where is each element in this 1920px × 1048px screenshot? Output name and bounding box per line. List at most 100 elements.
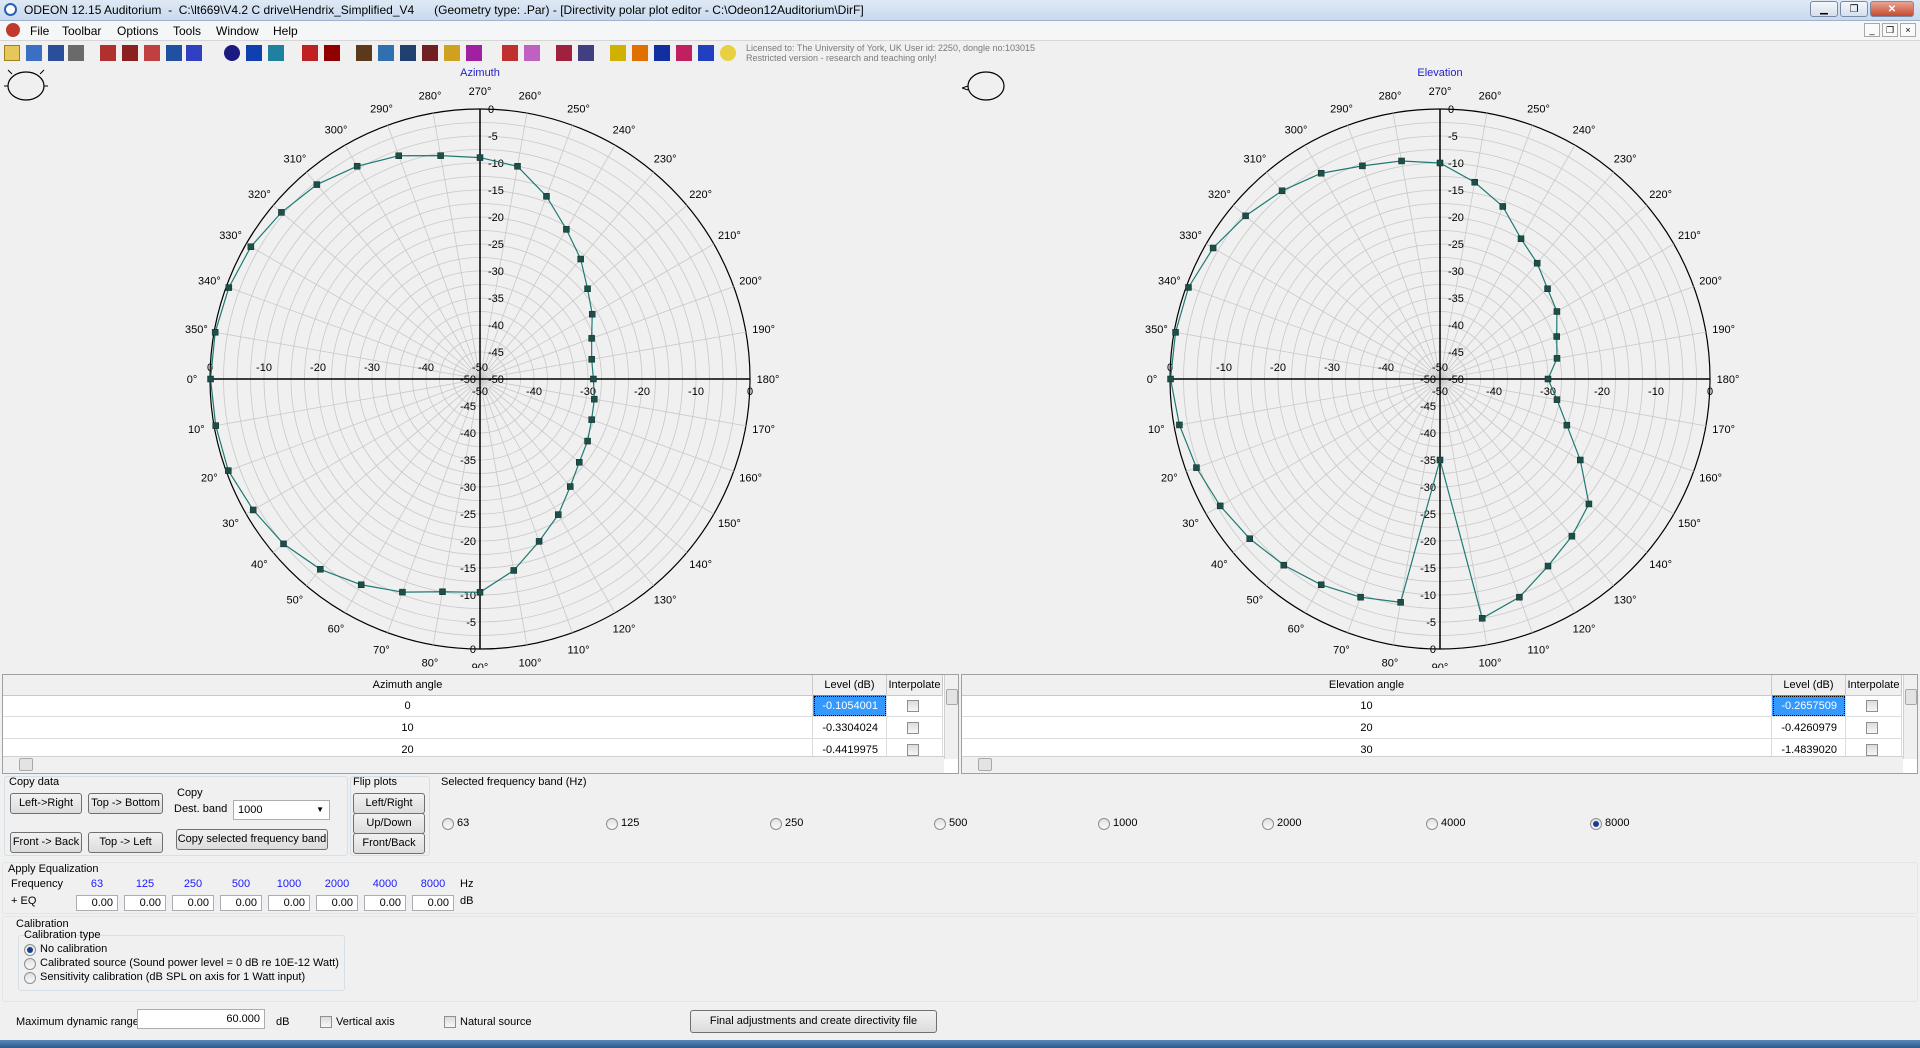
- open-folder-icon[interactable]: [4, 45, 20, 61]
- data-point[interactable]: [1242, 212, 1249, 220]
- data-point[interactable]: [1209, 244, 1217, 252]
- sensitivity-calibration-radio[interactable]: [24, 972, 36, 984]
- data-point[interactable]: [1517, 235, 1525, 242]
- curve-icon[interactable]: [422, 45, 438, 61]
- data-point[interactable]: [576, 459, 583, 466]
- band-radio-8000[interactable]: [1590, 818, 1602, 830]
- elevation-table[interactable]: Elevation angle Level (dB) Interpolate 1…: [961, 674, 1918, 774]
- menu-window[interactable]: Window: [216, 24, 259, 38]
- data-point[interactable]: [1516, 593, 1523, 601]
- flip-up-down-button[interactable]: Up/Down: [353, 813, 425, 834]
- data-point[interactable]: [566, 483, 574, 490]
- material-icon[interactable]: [246, 45, 262, 61]
- data-point[interactable]: [247, 243, 255, 250]
- data-point[interactable]: [555, 511, 562, 518]
- data-point[interactable]: [357, 581, 365, 589]
- data-point[interactable]: [1280, 561, 1288, 569]
- mdi-restore-button[interactable]: ❐: [1882, 23, 1898, 37]
- eq-input-1000[interactable]: 0.00: [268, 895, 310, 911]
- band-radio-250[interactable]: [770, 818, 782, 830]
- data-point[interactable]: [1167, 375, 1174, 383]
- data-point[interactable]: [225, 284, 233, 291]
- triangle-icon[interactable]: [444, 45, 460, 61]
- data-point[interactable]: [588, 416, 595, 423]
- data-point[interactable]: [590, 375, 597, 383]
- data-point[interactable]: [280, 540, 287, 548]
- interpolate-checkbox[interactable]: [907, 700, 919, 712]
- vertical-scrollbar[interactable]: [1903, 675, 1917, 759]
- data-point[interactable]: [1172, 329, 1179, 336]
- copy-selected-band-button[interactable]: Copy selected frequency band: [176, 829, 328, 850]
- band-radio-500[interactable]: [934, 818, 946, 830]
- data-point[interactable]: [1553, 333, 1560, 340]
- table-row[interactable]: 0 -0.1054001: [3, 695, 943, 717]
- data-point[interactable]: [1317, 581, 1325, 589]
- data-point[interactable]: [1216, 502, 1224, 510]
- grid-icon[interactable]: [48, 45, 64, 61]
- data-point[interactable]: [584, 437, 591, 445]
- dots-icon[interactable]: [524, 45, 540, 61]
- copy-left-right-button[interactable]: Left->Right: [10, 793, 82, 814]
- calibrated-source-label[interactable]: Calibrated source (Sound power level = 0…: [40, 957, 339, 969]
- band-label[interactable]: 63: [457, 817, 469, 829]
- eq-input-4000[interactable]: 0.00: [364, 895, 406, 911]
- data-point[interactable]: [1544, 562, 1552, 570]
- data-point[interactable]: [1193, 464, 1200, 471]
- level-cell[interactable]: -0.2657509: [1772, 695, 1846, 717]
- close-button[interactable]: ✕: [1870, 1, 1914, 17]
- menu-file[interactable]: File: [30, 24, 49, 38]
- flip-front-back-button[interactable]: Front/Back: [353, 833, 425, 854]
- ray-icon[interactable]: [502, 45, 518, 61]
- data-point[interactable]: [1553, 308, 1561, 315]
- tools-icon[interactable]: [356, 45, 372, 61]
- save-icon[interactable]: [68, 45, 84, 61]
- menu-tools[interactable]: Tools: [173, 24, 201, 38]
- angle-cell[interactable]: 10: [962, 695, 1772, 717]
- edit-icon[interactable]: [166, 45, 182, 61]
- data-point[interactable]: [1544, 285, 1551, 293]
- network-icon[interactable]: [378, 45, 394, 61]
- data-point[interactable]: [535, 538, 543, 545]
- calibrated-source-radio[interactable]: [24, 958, 36, 970]
- data-point[interactable]: [1357, 593, 1364, 601]
- data-point[interactable]: [588, 356, 595, 363]
- camera-icon[interactable]: [400, 45, 416, 61]
- menu-help[interactable]: Help: [273, 24, 298, 38]
- data-point[interactable]: [476, 154, 484, 161]
- interpolate-checkbox[interactable]: [907, 722, 919, 734]
- data-point[interactable]: [1436, 456, 1444, 464]
- sensitivity-calibration-label[interactable]: Sensitivity calibration (dB SPL on axis …: [40, 971, 305, 983]
- band-radio-1000[interactable]: [1098, 818, 1110, 830]
- minimize-button[interactable]: ▁: [1810, 1, 1838, 17]
- flip-left-right-button[interactable]: Left/Right: [353, 793, 425, 814]
- no-calibration-radio[interactable]: [24, 944, 36, 956]
- eq-input-63[interactable]: 0.00: [76, 895, 118, 911]
- interpolate-checkbox[interactable]: [1866, 744, 1878, 756]
- data-point[interactable]: [395, 152, 402, 159]
- data-point[interactable]: [1563, 421, 1571, 429]
- plot-icon[interactable]: [466, 45, 482, 61]
- azimuth-table[interactable]: Azimuth angle Level (dB) Interpolate 0 -…: [2, 674, 959, 774]
- data-point[interactable]: [588, 310, 596, 318]
- dest-band-select[interactable]: 1000 ▼: [233, 800, 330, 820]
- band-label[interactable]: 125: [621, 817, 639, 829]
- data-point[interactable]: [353, 162, 361, 170]
- data-point[interactable]: [1533, 259, 1541, 267]
- data-point[interactable]: [591, 395, 598, 403]
- data-point[interactable]: [1553, 396, 1561, 403]
- room-icon[interactable]: [324, 45, 340, 61]
- data-point[interactable]: [563, 226, 570, 233]
- vertical-axis-label[interactable]: Vertical axis: [336, 1016, 395, 1028]
- no-calibration-label[interactable]: No calibration: [40, 943, 107, 955]
- star-icon[interactable]: [610, 45, 626, 61]
- data-point[interactable]: [514, 163, 521, 170]
- band-label[interactable]: 1000: [1113, 817, 1137, 829]
- data-point[interactable]: [207, 375, 214, 383]
- elevation-polar-plot[interactable]: Elevation 0° 350° 340° 330° 320° 310° 300° 290° 2…: [960, 68, 1920, 668]
- data-point[interactable]: [1246, 535, 1253, 542]
- data-point[interactable]: [212, 422, 219, 429]
- data-point[interactable]: [577, 255, 584, 263]
- calc-icon[interactable]: [654, 45, 670, 61]
- level-cell[interactable]: -0.4260979: [1772, 717, 1846, 739]
- mdi-close-button[interactable]: ×: [1900, 23, 1916, 37]
